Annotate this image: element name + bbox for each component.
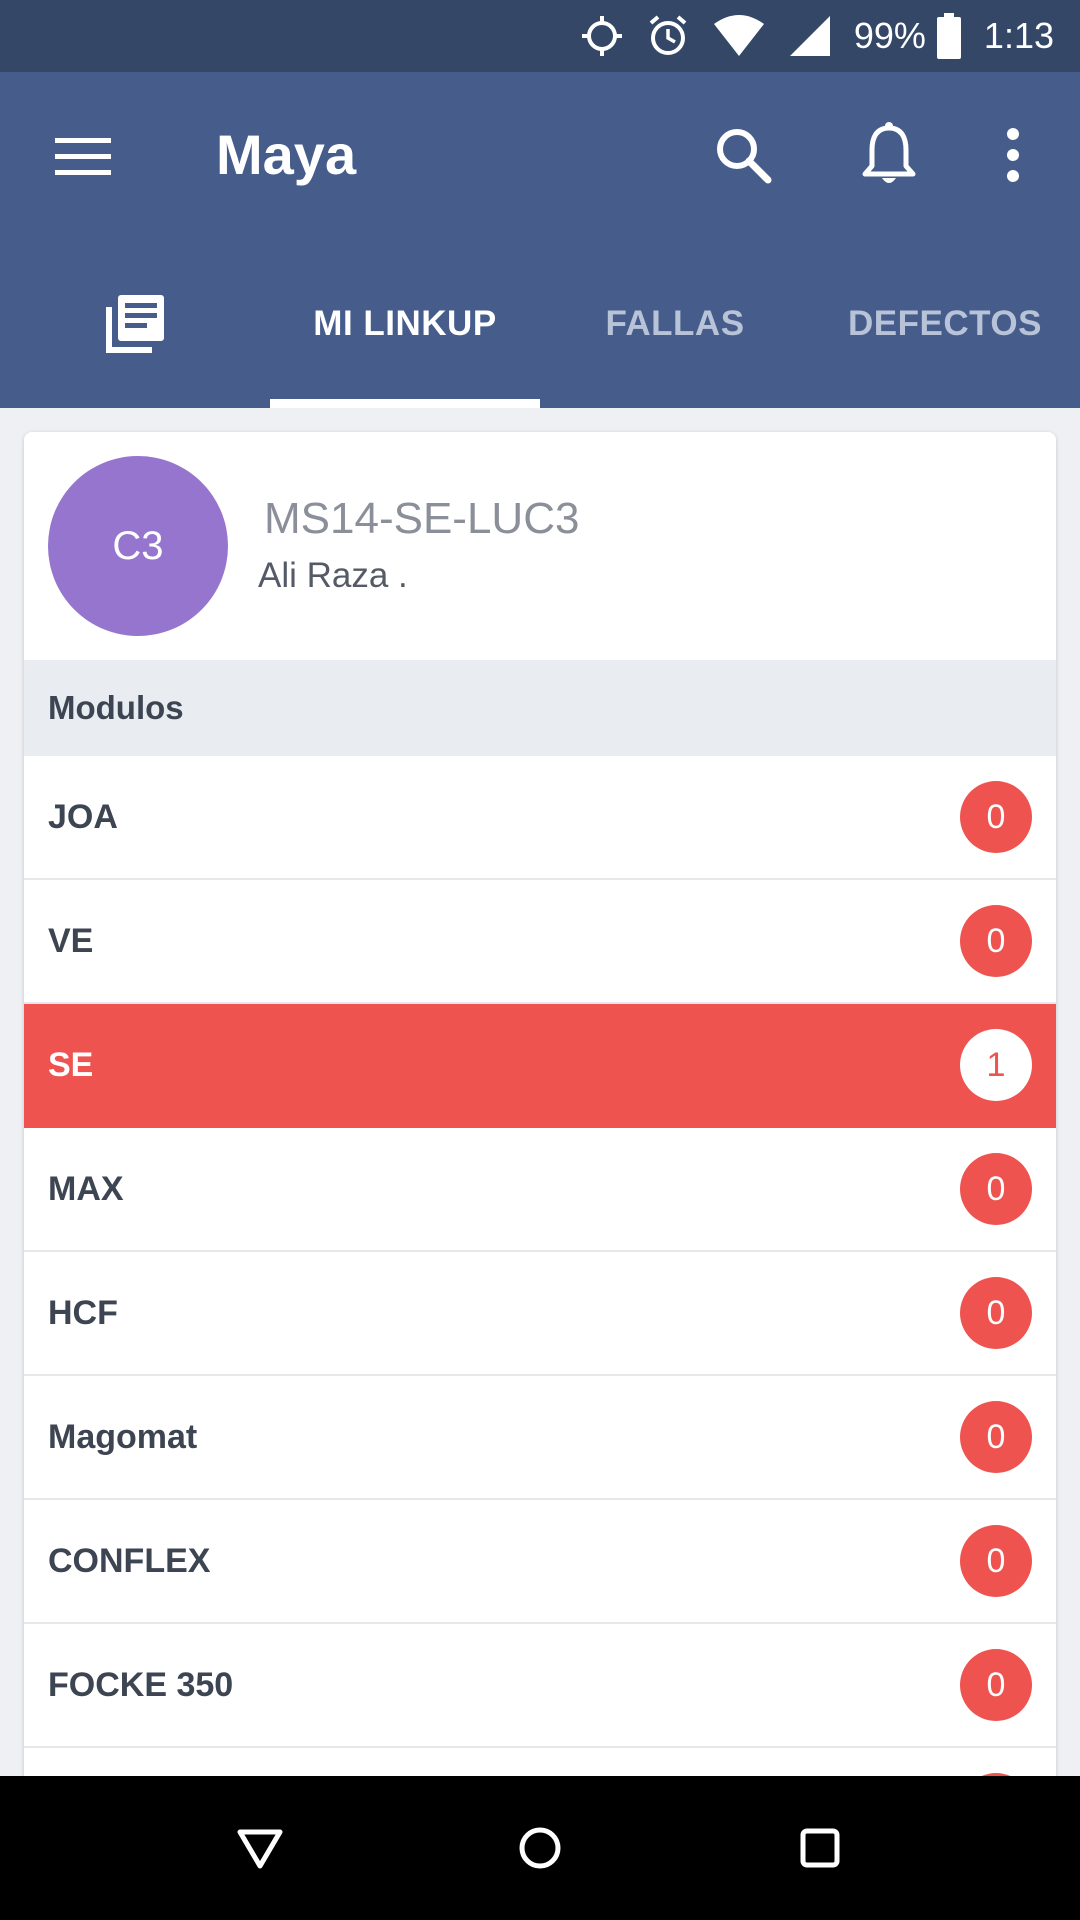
- count-badge: 0: [960, 1401, 1032, 1473]
- linkup-card: C3 MS14-SE-LUC3 Ali Raza . Modulos JOA 0…: [24, 432, 1056, 1832]
- user-name: Ali Raza .: [258, 556, 408, 595]
- app-title: Maya: [216, 123, 357, 186]
- module-row-ve[interactable]: VE 0: [24, 880, 1056, 1004]
- module-row-joa[interactable]: JOA 0: [24, 756, 1056, 880]
- tab-defectos[interactable]: DEFECTOS: [810, 240, 1080, 408]
- count-badge: 0: [960, 1525, 1032, 1597]
- recents-button[interactable]: [788, 1816, 852, 1880]
- tab-label: FALLAS: [605, 304, 745, 343]
- more-options-button[interactable]: [990, 122, 1036, 188]
- back-button[interactable]: [228, 1816, 292, 1880]
- tab-label: MI LINKUP: [313, 304, 497, 343]
- module-name: FOCKE 350: [48, 1665, 234, 1704]
- news-icon: [106, 295, 164, 353]
- module-row-conflex[interactable]: CONFLEX 0: [24, 1500, 1056, 1624]
- module-name: SE: [48, 1045, 94, 1084]
- toolbar: Maya: [0, 72, 1080, 240]
- location-icon: [580, 14, 624, 58]
- module-row-focke-350[interactable]: FOCKE 350 0: [24, 1624, 1056, 1748]
- count-badge: 0: [960, 781, 1032, 853]
- search-icon: [717, 129, 772, 184]
- tab-mi-linkup[interactable]: MI LINKUP: [270, 240, 540, 408]
- modules-header: Modulos: [24, 660, 1056, 756]
- count-badge: 0: [960, 905, 1032, 977]
- module-name: CONFLEX: [48, 1541, 211, 1580]
- menu-icon: [55, 138, 111, 175]
- count-badge: 0: [960, 1649, 1032, 1721]
- system-nav-bar: [0, 1776, 1080, 1920]
- tab-bar: MI LINKUP FALLAS DEFECTOS: [0, 240, 1080, 408]
- module-name: Magomat: [48, 1417, 198, 1456]
- module-row-magomat[interactable]: Magomat 0: [24, 1376, 1056, 1500]
- clock-time: 1:13: [983, 15, 1054, 56]
- menu-button[interactable]: [50, 124, 116, 190]
- recents-icon: [800, 1828, 840, 1868]
- status-bar: 99% 1:13: [0, 0, 1080, 72]
- notifications-button[interactable]: [856, 120, 922, 190]
- device-name: MS14-SE-LUC3: [264, 494, 580, 543]
- count-badge: 1: [960, 1029, 1032, 1101]
- module-row-se[interactable]: SE 1: [24, 1004, 1056, 1128]
- home-button[interactable]: [508, 1816, 572, 1880]
- bell-icon: [862, 122, 916, 183]
- app-bar: Maya MI LINKUP FALLAS DEFECTOS: [0, 72, 1080, 408]
- tab-fallas[interactable]: FALLAS: [540, 240, 810, 408]
- module-row-max[interactable]: MAX 0: [24, 1128, 1056, 1252]
- modules-list: JOA 0 VE 0 SE 1 MAX 0 HCF 0 Magomat 0 CO…: [24, 756, 1056, 1832]
- module-row-hcf[interactable]: HCF 0: [24, 1252, 1056, 1376]
- avatar: C3: [48, 456, 228, 636]
- tab-news[interactable]: [0, 240, 270, 408]
- alarm-icon: [646, 14, 690, 58]
- count-badge: 0: [960, 1277, 1032, 1349]
- signal-icon: [788, 14, 832, 58]
- search-button[interactable]: [710, 122, 776, 188]
- profile-header[interactable]: C3 MS14-SE-LUC3 Ali Raza .: [24, 432, 1056, 660]
- back-icon: [237, 1829, 283, 1869]
- battery-percent: 99%: [853, 15, 926, 56]
- module-name: JOA: [48, 797, 118, 836]
- count-badge: 0: [960, 1153, 1032, 1225]
- module-name: VE: [48, 921, 94, 960]
- home-icon: [519, 1827, 561, 1869]
- module-name: HCF: [48, 1293, 118, 1332]
- wifi-icon: [712, 14, 766, 58]
- battery-icon: [936, 13, 962, 59]
- module-name: MAX: [48, 1169, 124, 1208]
- tab-label: DEFECTOS: [848, 304, 1042, 343]
- more-vert-icon: [1007, 128, 1019, 182]
